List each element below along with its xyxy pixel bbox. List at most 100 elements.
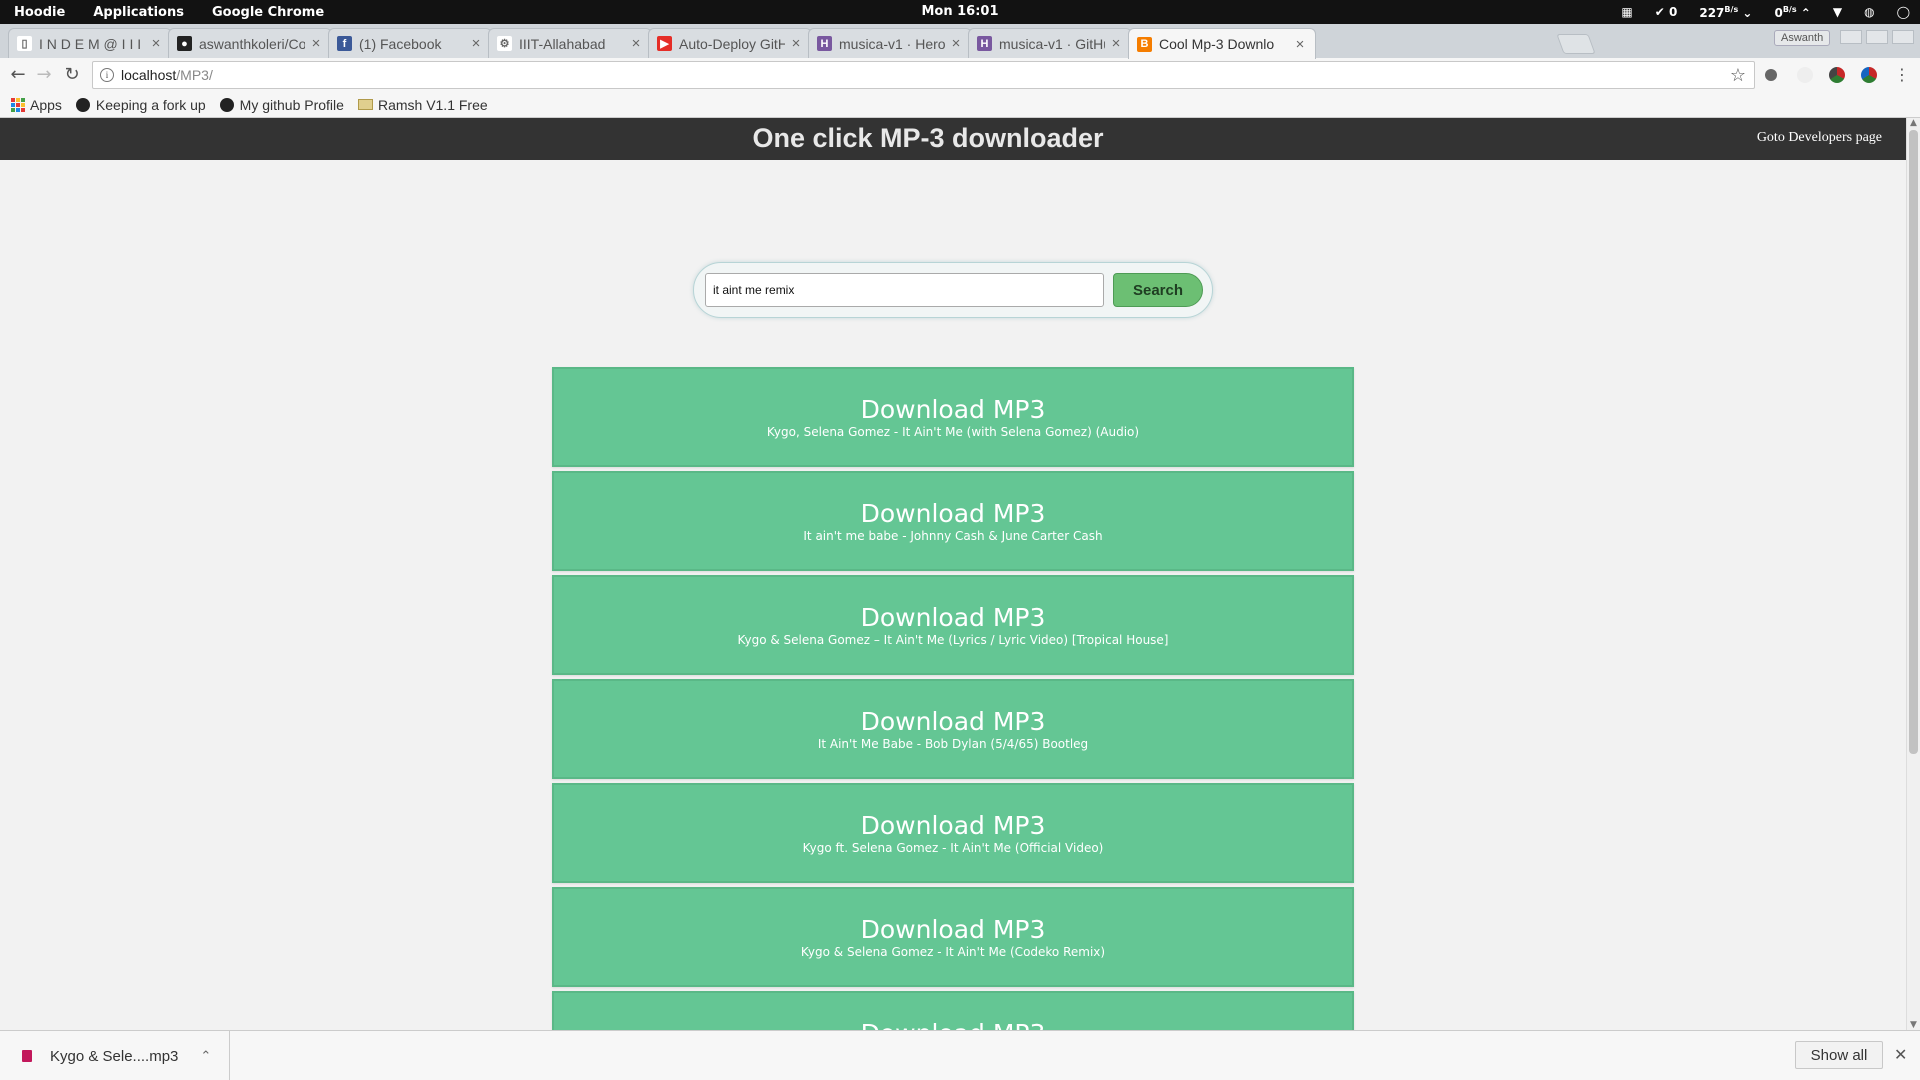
browser-tab[interactable]: Hmusica-v1 · Heroku× [808, 28, 972, 58]
tab-title: musica-v1 · GitHub [999, 35, 1105, 52]
scroll-down-arrow-icon[interactable]: ▼ [1910, 1020, 1917, 1030]
close-tab-icon[interactable]: × [309, 35, 323, 52]
net-download-speed: 227B/s ⌄ [1699, 4, 1753, 20]
bookmark-star-icon[interactable]: ☆ [1730, 65, 1746, 86]
download-label: Download MP3 [860, 603, 1046, 632]
page-viewport: One click MP-3 downloader Goto Developer… [0, 118, 1906, 1030]
browser-tab[interactable]: ▯ I N D E M @ I I I T A× [8, 28, 172, 58]
task-count: 0 [1669, 5, 1678, 19]
folder-icon [357, 97, 373, 112]
close-window-button[interactable] [1892, 30, 1914, 44]
download-mp3-button[interactable]: Download MP3 Kygo, Selena Gomez - It Ain'… [552, 367, 1354, 467]
close-tab-icon[interactable]: × [1293, 36, 1307, 53]
extension-icon[interactable] [1861, 67, 1877, 83]
reload-icon[interactable]: ↻ [60, 63, 84, 87]
song-title: Kygo ft. Selena Gomez - It Ain't Me (Off… [802, 841, 1104, 855]
browser-tab[interactable]: B Cool Mp-3 Downlo × [1128, 28, 1316, 59]
scroll-up-arrow-icon[interactable]: ▲ [1910, 118, 1917, 128]
close-icon[interactable]: ✕ [1894, 1045, 1907, 1064]
extension-icon[interactable] [1829, 67, 1845, 83]
minimize-button[interactable] [1840, 30, 1862, 44]
extension-icon[interactable] [1765, 69, 1777, 81]
download-mp3-button[interactable]: Download MP3 It ain't me babe - Johnny Ca… [552, 471, 1354, 571]
close-tab-icon[interactable]: × [949, 35, 963, 52]
youtube-icon: ▶ [657, 36, 672, 51]
chevron-down-icon: ⌄ [1742, 5, 1753, 20]
os-applications-menu[interactable]: Applications [93, 5, 184, 20]
download-filename: Kygo & Sele....mp3 [50, 1047, 179, 1065]
download-mp3-button[interactable]: Download MP3 Kygo & Selena Gomez – It Ain… [552, 575, 1354, 675]
menu-kebab-icon[interactable]: ⋮ [1890, 63, 1914, 87]
site-title: One click MP-3 downloader [752, 123, 1104, 153]
url-text: localhost/MP3/ [121, 67, 213, 83]
tab-strip: ▯I N D E M @ I I I T A×●aswanthkoleri/Co… [0, 24, 1920, 59]
os-active-app-menu[interactable]: Google Chrome [212, 5, 324, 20]
apps-grid-icon [10, 97, 25, 112]
search-input[interactable] [705, 273, 1104, 307]
tab-title: Cool Mp-3 Downlo [1159, 36, 1275, 52]
download-label: Download MP3 [554, 1020, 1352, 1031]
browser-toolbar: ← → ↻ i localhost/MP3/ ☆ ⋮ [0, 58, 1920, 92]
download-shelf: Kygo & Sele....mp3 ⌃ Show all ✕ [0, 1030, 1920, 1080]
tab-title: Auto-Deploy GitHub [679, 35, 785, 52]
browser-tab[interactable]: ⚙ IIIT-Allahabad × [488, 28, 652, 58]
calendar-icon[interactable]: ▦ [1621, 5, 1632, 19]
chevron-up-icon[interactable]: ⌃ [200, 1048, 211, 1064]
download-item[interactable]: Kygo & Sele....mp3 ⌃ [0, 1031, 230, 1080]
tab-title: (1) Facebook [359, 35, 442, 52]
heroku-icon: H [817, 36, 832, 51]
bookmark-ramsh[interactable]: Ramsh V1.1 Free [357, 97, 488, 113]
bookmark-keeping-fork[interactable]: Keeping a fork up [76, 97, 206, 113]
browser-tab[interactable]: Hmusica-v1 · GitHub× [968, 28, 1132, 58]
address-bar[interactable]: i localhost/MP3/ ☆ [92, 61, 1755, 89]
back-arrow-icon[interactable]: ← [6, 63, 30, 87]
tasks-indicator[interactable]: ✔ 0 [1655, 5, 1678, 19]
facebook-icon: f [337, 36, 352, 51]
bookmark-github-profile[interactable]: My github Profile [220, 97, 344, 113]
song-title: It ain't me babe - Johnny Cash & June Ca… [803, 529, 1103, 543]
tab-title: I N D E M @ I I I T A [39, 35, 145, 52]
forward-arrow-icon[interactable]: → [32, 63, 56, 87]
heroku-icon: H [977, 36, 992, 51]
song-title: Kygo, Selena Gomez - It Ain't Me (with S… [766, 425, 1140, 439]
wifi-icon[interactable]: ▼ [1833, 5, 1842, 19]
os-top-bar: Hoodie Applications Google Chrome Mon 16… [0, 0, 1920, 24]
download-label: Download MP3 [860, 395, 1046, 424]
volume-icon[interactable]: ◍ [1864, 5, 1874, 19]
download-mp3-button[interactable]: Download MP3 Kygo & Selena Gomez - It Ain… [552, 887, 1354, 987]
download-mp3-button[interactable]: Download MP3 It Ain't Me Babe - Bob Dylan… [552, 679, 1354, 779]
close-tab-icon[interactable]: × [469, 35, 483, 52]
download-mp3-button[interactable]: Download MP3 [552, 991, 1354, 1030]
close-tab-icon[interactable]: × [1109, 35, 1123, 52]
developers-page-link[interactable]: Goto Developers page [1757, 130, 1882, 146]
browser-tab[interactable]: ● aswanthkoleri/Cool× [168, 28, 332, 58]
show-all-downloads-button[interactable]: Show all [1795, 1041, 1883, 1069]
bookmark-apps[interactable]: Apps [10, 97, 62, 113]
profile-badge[interactable]: Aswanth [1774, 30, 1831, 46]
scroll-thumb[interactable] [1909, 130, 1918, 754]
maximize-button[interactable] [1866, 30, 1888, 44]
search-button[interactable]: Search [1113, 273, 1203, 307]
iiit-icon: ⚙ [497, 36, 512, 51]
audio-file-icon [22, 1050, 32, 1062]
power-icon[interactable]: ◯ [1897, 5, 1910, 19]
github-icon [220, 97, 235, 112]
blogger-icon: B [1137, 36, 1152, 52]
tab-title: IIIT-Allahabad [519, 35, 606, 52]
close-tab-icon[interactable]: × [629, 35, 643, 52]
info-icon[interactable]: i [100, 68, 114, 82]
tab-title: aswanthkoleri/Cool [199, 35, 305, 52]
close-tab-icon[interactable]: × [789, 35, 803, 52]
close-tab-icon[interactable]: × [149, 35, 163, 52]
browser-tab[interactable]: ▶ Auto-Deploy GitHub× [648, 28, 812, 58]
new-tab-button[interactable] [1556, 34, 1596, 54]
os-user-menu[interactable]: Hoodie [14, 5, 65, 20]
song-title: It Ain't Me Babe - Bob Dylan (5/4/65) Bo… [817, 737, 1089, 751]
page-scrollbar[interactable]: ▲ ▼ [1906, 118, 1920, 1030]
extension-icon[interactable] [1797, 67, 1813, 83]
os-clock[interactable]: Mon 16:01 [921, 4, 998, 19]
site-header: One click MP-3 downloader Goto Developer… [0, 118, 1906, 160]
browser-tab[interactable]: f (1) Facebook × [328, 28, 492, 58]
results-list: Download MP3 Kygo, Selena Gomez - It Ain'… [552, 367, 1354, 1030]
download-mp3-button[interactable]: Download MP3 Kygo ft. Selena Gomez - It A… [552, 783, 1354, 883]
